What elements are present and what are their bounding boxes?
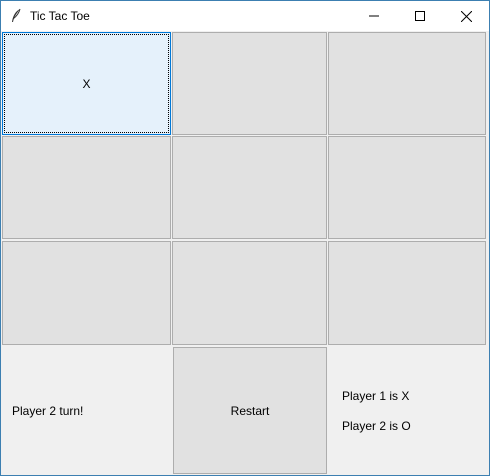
maximize-button[interactable] <box>397 1 443 31</box>
close-icon <box>460 10 472 22</box>
turn-status: Player 2 turn! <box>12 404 84 418</box>
board-cell-3[interactable] <box>328 32 486 135</box>
board-cell-2[interactable] <box>172 32 327 135</box>
minimize-icon <box>369 11 379 21</box>
board-cell-4[interactable] <box>2 136 171 239</box>
board-cell-7[interactable] <box>2 241 171 345</box>
board-cell-9[interactable] <box>328 241 486 345</box>
player1-info: Player 1 is X <box>342 389 410 403</box>
restart-button[interactable]: Restart <box>173 347 327 474</box>
app-window: Tic Tac Toe X Player 2 turn! Restart Pla… <box>0 0 490 476</box>
title-bar[interactable]: Tic Tac Toe <box>1 1 489 31</box>
board-cell-6[interactable] <box>328 136 486 239</box>
player2-info: Player 2 is O <box>342 419 411 433</box>
board-cell-8[interactable] <box>172 241 327 345</box>
maximize-icon <box>415 11 425 21</box>
board-cell-5[interactable] <box>172 136 327 239</box>
close-button[interactable] <box>443 1 489 31</box>
board-cell-1[interactable]: X <box>2 32 171 135</box>
feather-icon <box>10 8 22 24</box>
minimize-button[interactable] <box>351 1 397 31</box>
window-title: Tic Tac Toe <box>30 9 90 23</box>
